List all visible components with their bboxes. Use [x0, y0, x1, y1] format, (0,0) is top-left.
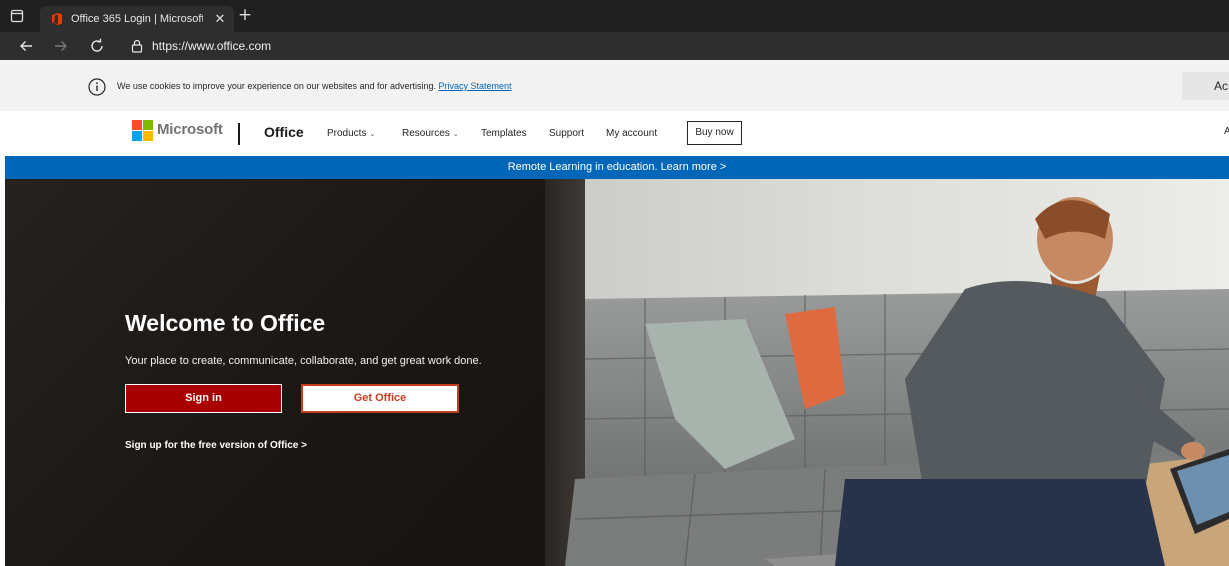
tab-title: Office 365 Login | Microsoft Offi	[71, 13, 203, 25]
nav-my-account[interactable]: My account	[606, 128, 657, 140]
promo-banner[interactable]: Remote Learning in education. Learn more…	[5, 156, 1229, 179]
get-office-button[interactable]: Get Office	[301, 384, 459, 413]
promo-text[interactable]: Remote Learning in education. Learn more…	[5, 161, 1229, 174]
hero-dark-panel	[5, 179, 545, 566]
back-arrow-icon[interactable]	[18, 38, 34, 54]
browser-tab-office[interactable]: Office 365 Login | Microsoft Offi ✕	[40, 6, 234, 32]
browser-tab-bar: Office 365 Login | Microsoft Offi ✕ +	[0, 0, 1229, 32]
cookie-banner: We use cookies to improve your experienc…	[0, 60, 1229, 111]
refresh-icon[interactable]	[89, 38, 105, 54]
hero-title: Welcome to Office	[125, 310, 326, 336]
office-brand[interactable]: Office	[264, 123, 304, 141]
nav-products[interactable]: Products ⌄	[327, 128, 375, 141]
free-version-link[interactable]: Sign up for the free version of Office >	[125, 440, 307, 452]
tab-actions-icon[interactable]	[10, 9, 24, 23]
address-bar: https://www.office.com	[0, 32, 1229, 60]
microsoft-logo-icon[interactable]	[132, 120, 153, 141]
chevron-down-icon: ⌄	[369, 131, 376, 138]
nav-products-label: Products	[327, 128, 367, 139]
header-divider	[238, 123, 240, 145]
microsoft-brand[interactable]: Microsoft	[157, 121, 223, 139]
hero-image	[545, 179, 1229, 566]
privacy-statement-link[interactable]: Privacy Statement	[439, 81, 512, 91]
cookie-message-text: We use cookies to improve your experienc…	[117, 81, 436, 91]
hero-section: Welcome to Office Your place to create, …	[5, 179, 1229, 566]
tab-close-icon[interactable]: ✕	[212, 11, 228, 27]
new-tab-icon[interactable]: +	[237, 7, 253, 24]
header-edge-link[interactable]: A	[1224, 126, 1229, 137]
forward-arrow-icon[interactable]	[53, 38, 69, 54]
office-favicon-icon	[50, 12, 64, 26]
buy-now-button[interactable]: Buy now	[687, 121, 742, 145]
url-text[interactable]: https://www.office.com	[152, 39, 271, 53]
nav-resources-label: Resources	[402, 128, 450, 139]
hero-subtitle: Your place to create, communicate, colla…	[125, 355, 482, 367]
nav-templates[interactable]: Templates	[481, 128, 527, 140]
sign-in-button[interactable]: Sign in	[125, 384, 282, 413]
accept-cookies-button[interactable]: Ac	[1182, 72, 1229, 100]
lock-icon[interactable]	[131, 39, 143, 53]
info-icon	[88, 78, 106, 96]
chevron-down-icon: ⌄	[452, 131, 459, 138]
site-header: Microsoft Office Products ⌄ Resources ⌄ Te…	[0, 111, 1229, 156]
cookie-message: We use cookies to improve your experienc…	[117, 80, 512, 92]
nav-resources[interactable]: Resources ⌄	[402, 128, 459, 141]
nav-support[interactable]: Support	[549, 128, 584, 140]
